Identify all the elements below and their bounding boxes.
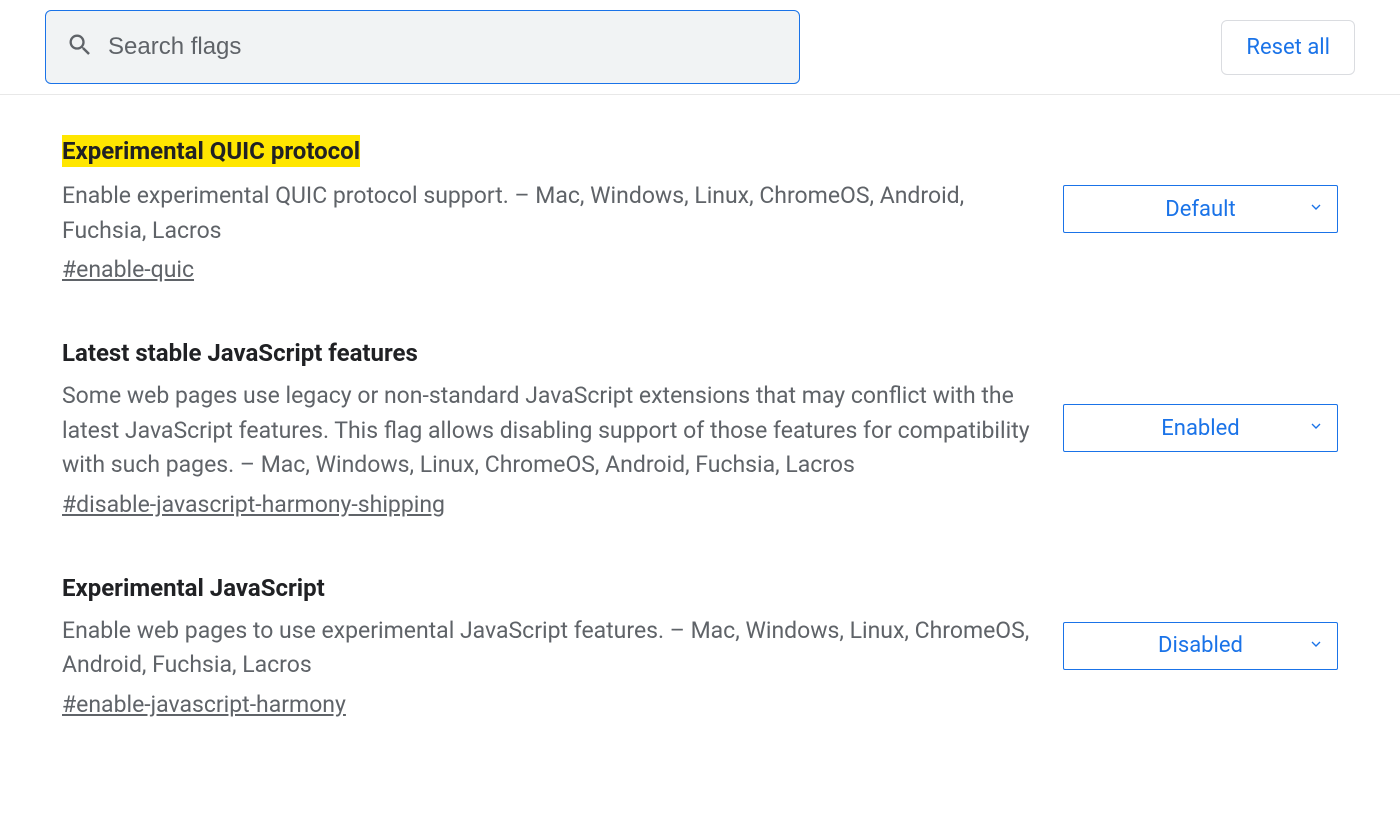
topbar: Reset all (0, 0, 1400, 95)
flag-description: Enable web pages to use experimental Jav… (62, 614, 1033, 683)
flag-row: Experimental QUIC protocol Enable experi… (62, 135, 1338, 283)
search-container[interactable] (45, 10, 800, 84)
flag-select-wrap: Enabled (1063, 404, 1338, 452)
flag-title: Latest stable JavaScript features (62, 339, 418, 367)
flags-list: Experimental QUIC protocol Enable experi… (0, 95, 1400, 814)
reset-all-button[interactable]: Reset all (1221, 20, 1355, 75)
flag-select-wrap: Disabled (1063, 622, 1338, 670)
flag-description: Enable experimental QUIC protocol suppor… (62, 179, 1033, 248)
flag-title: Experimental QUIC protocol (62, 135, 360, 167)
search-input[interactable] (108, 33, 779, 61)
flag-select-wrap: Default (1063, 185, 1338, 233)
flag-state-select[interactable]: Default (1063, 185, 1338, 233)
flag-description: Some web pages use legacy or non-standar… (62, 379, 1033, 483)
flag-text: Experimental JavaScript Enable web pages… (62, 574, 1033, 718)
flag-title: Experimental JavaScript (62, 574, 325, 602)
flag-hash-link[interactable]: #disable-javascript-harmony-shipping (62, 491, 445, 518)
flag-row: Latest stable JavaScript features Some w… (62, 339, 1338, 518)
flag-row: Experimental JavaScript Enable web pages… (62, 574, 1338, 718)
flag-state-select[interactable]: Disabled (1063, 622, 1338, 670)
flag-state-select[interactable]: Enabled (1063, 404, 1338, 452)
search-icon (66, 31, 94, 63)
flag-hash-link[interactable]: #enable-quic (62, 256, 194, 283)
flag-text: Experimental QUIC protocol Enable experi… (62, 135, 1033, 283)
flag-text: Latest stable JavaScript features Some w… (62, 339, 1033, 518)
flag-hash-link[interactable]: #enable-javascript-harmony (62, 691, 346, 718)
